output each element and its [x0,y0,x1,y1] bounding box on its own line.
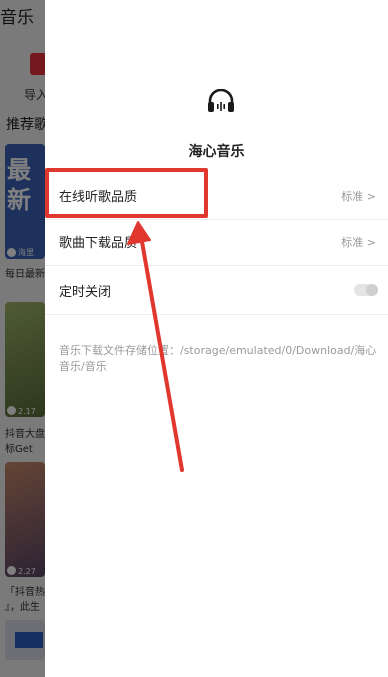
app-name: 海心音乐 [188,144,245,160]
highlight-box [45,168,208,218]
setting-value: 标准 > [341,190,376,203]
setting-label: 歌曲下载品质 [59,236,138,251]
setting-value: 标准 > [341,236,376,249]
sleep-timer-setting: 定时关闭 [45,265,388,315]
headphones-icon [208,89,234,112]
toggle-knob [366,284,378,296]
settings-drawer: 海心音乐 在线听歌品质 标准 > 歌曲下载品质 标准 > 定时关闭 音乐下载文件… [45,0,388,677]
sleep-timer-toggle[interactable] [354,284,378,296]
storage-path-text: 音乐下载文件存储位置：/storage/emulated/0/Download/… [59,344,377,373]
setting-label: 定时关闭 [59,285,112,300]
divider [45,314,388,315]
download-quality-setting[interactable]: 歌曲下载品质 标准 > [45,216,388,266]
